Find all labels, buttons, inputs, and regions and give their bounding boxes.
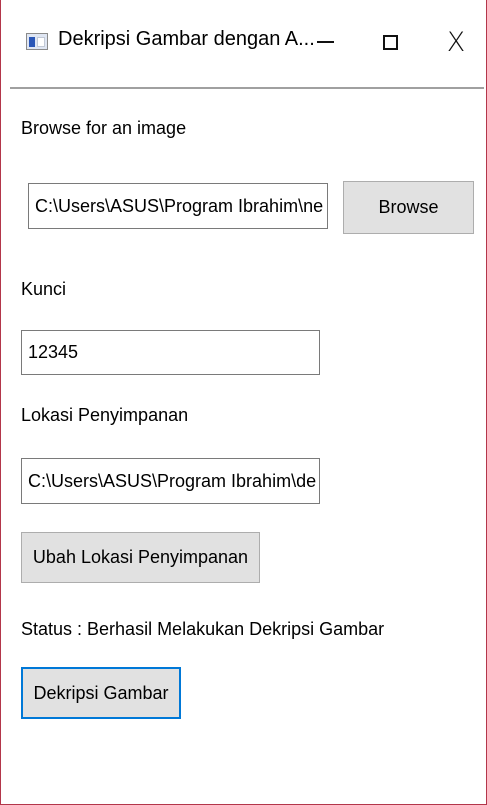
browse-button[interactable]: Browse (343, 181, 474, 234)
app-icon (26, 33, 48, 50)
browse-label: Browse for an image (21, 118, 187, 138)
save-location-label: Lokasi Penyimpanan (21, 405, 189, 425)
app-window: Dekripsi Gambar dengan A... X Browse for… (0, 0, 487, 805)
close-button[interactable]: X (428, 16, 484, 68)
title-bar[interactable]: Dekripsi Gambar dengan A... X (1, 0, 486, 82)
maximize-button[interactable] (362, 16, 418, 68)
close-icon: X (446, 26, 466, 58)
menu-separator (10, 87, 484, 89)
maximize-icon (382, 34, 398, 50)
window-title: Dekripsi Gambar dengan A... (58, 28, 315, 50)
image-path-field[interactable]: C:\Users\ASUS\Program Ibrahim\ne (28, 183, 328, 229)
app-icon-pane (37, 37, 45, 47)
change-save-location-button[interactable]: Ubah Lokasi Penyimpanan (21, 532, 260, 583)
minimize-button[interactable] (297, 16, 353, 68)
minimize-icon (316, 41, 334, 43)
key-label: Kunci (21, 279, 67, 299)
status-text: Status : Berhasil Melakukan Dekripsi Gam… (21, 619, 385, 639)
decrypt-image-button[interactable]: Dekripsi Gambar (21, 667, 181, 719)
key-field[interactable]: 12345 (21, 330, 320, 375)
save-location-field[interactable]: C:\Users\ASUS\Program Ibrahim\de (21, 458, 320, 504)
app-icon-bar (29, 37, 35, 47)
